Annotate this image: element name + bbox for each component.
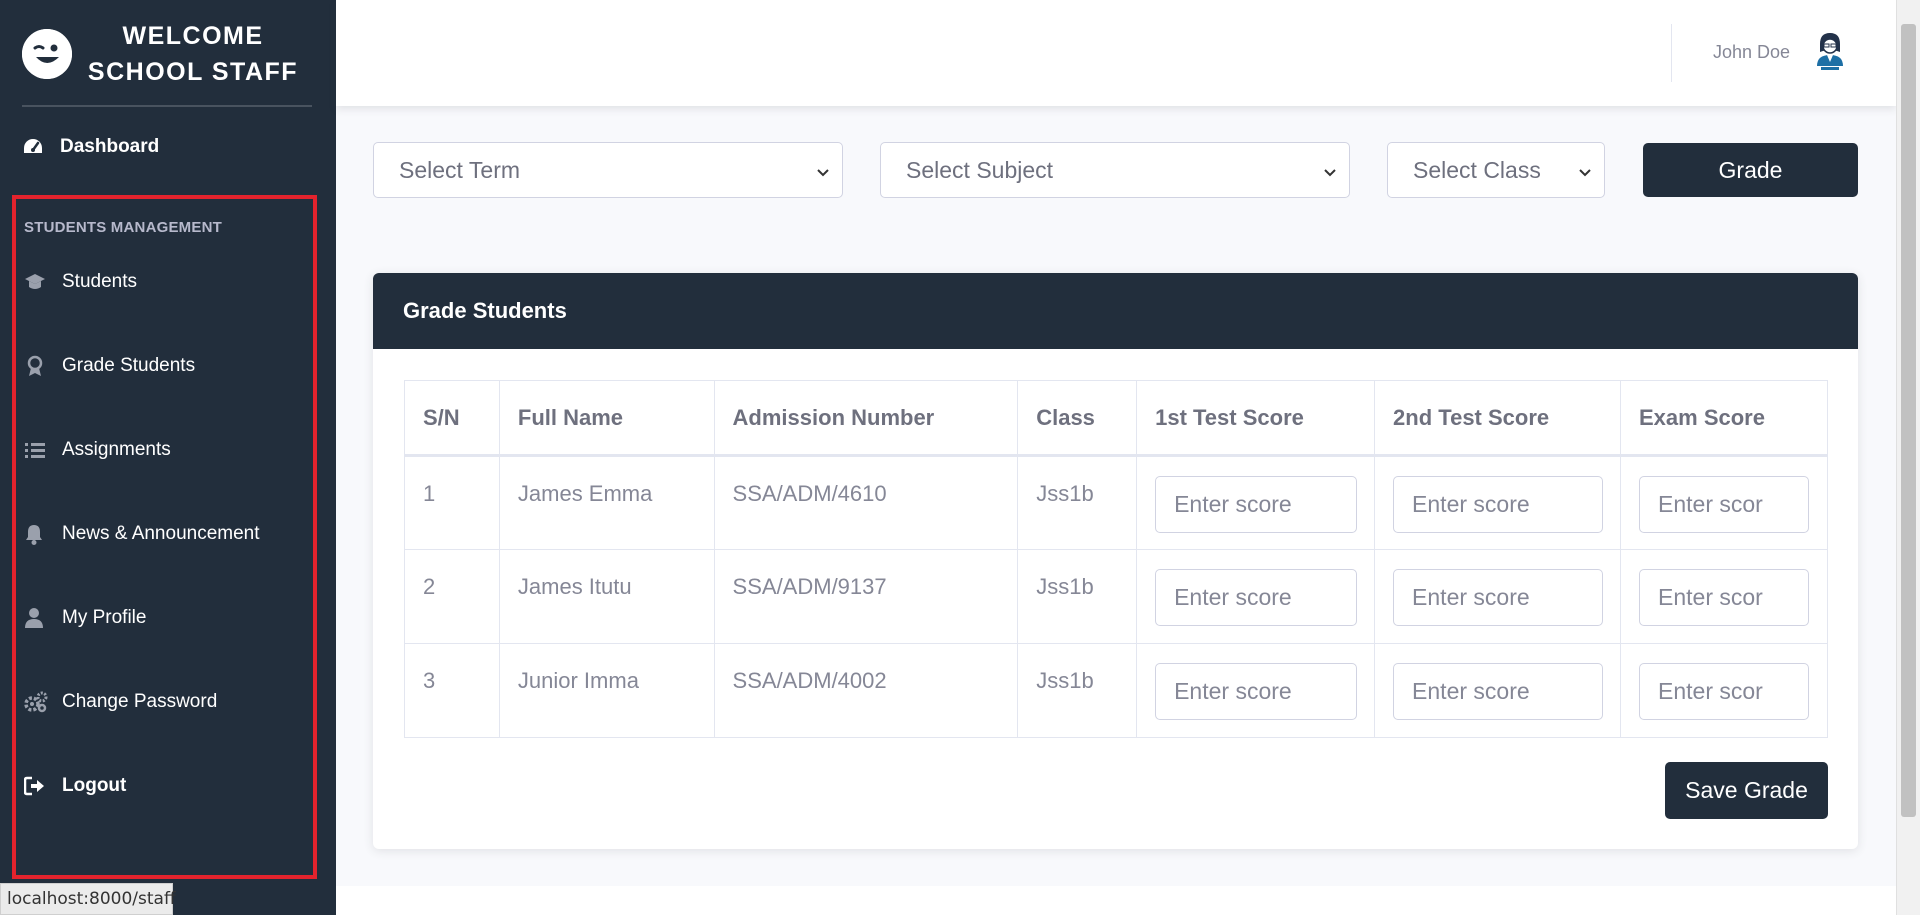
- select-term[interactable]: Select Term: [373, 142, 843, 198]
- brand-title: WELCOME SCHOOL STAFF: [72, 18, 336, 90]
- sidebar-item-label: My Profile: [62, 607, 147, 628]
- topbar-divider: [1671, 24, 1672, 82]
- card-title: Grade Students: [373, 273, 1858, 349]
- cell-sn: 3: [404, 643, 500, 738]
- test2-score-input[interactable]: Enter score: [1393, 663, 1604, 720]
- cell-admission: SSA/ADM/4610: [713, 455, 1019, 550]
- grade-table: S/N Full Name Admission Number Class 1st…: [404, 380, 1828, 738]
- chevron-down-icon: [816, 161, 830, 188]
- award-icon: [24, 355, 62, 377]
- sidebar-item-label: Dashboard: [60, 136, 160, 157]
- test2-score-input[interactable]: Enter score: [1393, 476, 1604, 533]
- column-header: Class: [1017, 380, 1138, 457]
- cell-class: Jss1b: [1017, 549, 1138, 644]
- cell-test1: Enter score: [1136, 455, 1376, 550]
- user-icon: [24, 607, 62, 629]
- cell-exam: Enter scor: [1620, 549, 1828, 644]
- cell-test1: Enter score: [1136, 549, 1376, 644]
- cell-admission: SSA/ADM/9137: [713, 549, 1019, 644]
- cell-test2: Enter score: [1374, 643, 1621, 738]
- cell-exam: Enter scor: [1620, 455, 1828, 550]
- test1-score-input[interactable]: Enter score: [1155, 663, 1358, 720]
- sidebar-item-dashboard[interactable]: Dashboard: [22, 136, 159, 158]
- cell-test1: Enter score: [1136, 643, 1376, 738]
- wink-face-icon: [22, 28, 72, 79]
- cell-class: Jss1b: [1017, 455, 1138, 550]
- sidebar-item-news[interactable]: News & Announcement: [24, 523, 260, 545]
- cell-exam: Enter scor: [1620, 643, 1828, 738]
- column-header: Full Name: [498, 380, 715, 457]
- select-class-value: Select Class: [1413, 156, 1541, 183]
- test1-score-input[interactable]: Enter score: [1155, 476, 1358, 533]
- table-row: 1 James Emma SSA/ADM/4610 Jss1b Enter sc…: [404, 455, 1828, 550]
- avatar[interactable]: [1812, 30, 1848, 72]
- test1-score-input[interactable]: Enter score: [1155, 569, 1358, 626]
- cell-name: Junior Imma: [498, 643, 715, 738]
- list-icon: [24, 441, 62, 459]
- topbar: John Doe: [336, 0, 1896, 106]
- select-subject-value: Select Subject: [906, 156, 1054, 183]
- column-header: Admission Number: [713, 380, 1019, 457]
- table-row: 2 James Itutu SSA/ADM/9137 Jss1b Enter s…: [404, 549, 1828, 644]
- brand-line-1: WELCOME: [122, 21, 264, 50]
- sidebar-item-change-password[interactable]: Change Password: [24, 691, 217, 713]
- column-header: 2nd Test Score: [1374, 380, 1621, 457]
- sidebar-item-label: Students: [62, 271, 137, 292]
- brand[interactable]: WELCOME SCHOOL STAFF: [0, 0, 336, 107]
- table-header-row: S/N Full Name Admission Number Class 1st…: [404, 380, 1828, 457]
- chevron-down-icon: [1578, 161, 1592, 188]
- admin-avatar-icon: [1817, 33, 1843, 70]
- footer: [336, 886, 1896, 915]
- grade-students-card: Grade Students S/N Full Name Admission N…: [373, 273, 1858, 849]
- exam-score-input[interactable]: Enter scor: [1639, 663, 1809, 720]
- table-row: 3 Junior Imma SSA/ADM/4002 Jss1b Enter s…: [404, 643, 1828, 738]
- sidebar-item-label: Assignments: [62, 439, 171, 460]
- sign-out-icon: [24, 776, 62, 796]
- cell-name: James Itutu: [498, 549, 715, 644]
- cell-admission: SSA/ADM/4002: [713, 643, 1019, 738]
- scrollbar-thumb[interactable]: [1901, 24, 1916, 817]
- column-header: Exam Score: [1620, 380, 1828, 457]
- select-term-value: Select Term: [399, 156, 521, 183]
- sidebar: WELCOME SCHOOL STAFF Dashboard STUDENTS …: [0, 0, 336, 915]
- sidebar-item-label: News & Announcement: [62, 523, 260, 544]
- sidebar-item-grade-students[interactable]: Grade Students: [24, 355, 195, 377]
- column-header: 1st Test Score: [1136, 380, 1376, 457]
- cell-name: James Emma: [498, 455, 715, 550]
- select-class[interactable]: Select Class: [1387, 142, 1605, 198]
- scrollbar[interactable]: [1896, 0, 1920, 915]
- sidebar-divider: [22, 105, 312, 107]
- cell-sn: 2: [404, 549, 500, 644]
- exam-score-input[interactable]: Enter scor: [1639, 569, 1809, 626]
- cell-test2: Enter score: [1374, 455, 1621, 550]
- brand-line-2: SCHOOL STAFF: [87, 57, 299, 86]
- grade-button[interactable]: Grade: [1643, 143, 1858, 197]
- sidebar-item-students[interactable]: Students: [24, 271, 137, 293]
- exam-score-input[interactable]: Enter scor: [1639, 476, 1809, 533]
- test2-score-input[interactable]: Enter score: [1393, 569, 1604, 626]
- graduation-cap-icon: [24, 272, 62, 292]
- cell-test2: Enter score: [1374, 549, 1621, 644]
- sidebar-item-my-profile[interactable]: My Profile: [24, 607, 146, 629]
- cell-sn: 1: [404, 455, 500, 550]
- sidebar-item-logout[interactable]: Logout: [24, 775, 126, 797]
- select-subject[interactable]: Select Subject: [880, 142, 1350, 198]
- user-name[interactable]: John Doe: [1713, 42, 1790, 63]
- chevron-down-icon: [1323, 161, 1337, 188]
- status-bar-url: localhost:8000/staff: [0, 883, 176, 915]
- column-header: S/N: [404, 380, 500, 457]
- cell-class: Jss1b: [1017, 643, 1138, 738]
- sidebar-item-label: Change Password: [62, 691, 218, 712]
- sidebar-item-label: Grade Students: [62, 355, 196, 376]
- tachometer-icon: [22, 137, 60, 157]
- bell-icon: [24, 523, 62, 545]
- save-grade-button[interactable]: Save Grade: [1665, 762, 1828, 819]
- sidebar-item-assignments[interactable]: Assignments: [24, 439, 171, 461]
- cogs-icon: [24, 691, 62, 713]
- sidebar-item-label: Logout: [62, 775, 127, 796]
- sidebar-section-heading: STUDENTS MANAGEMENT: [24, 219, 222, 236]
